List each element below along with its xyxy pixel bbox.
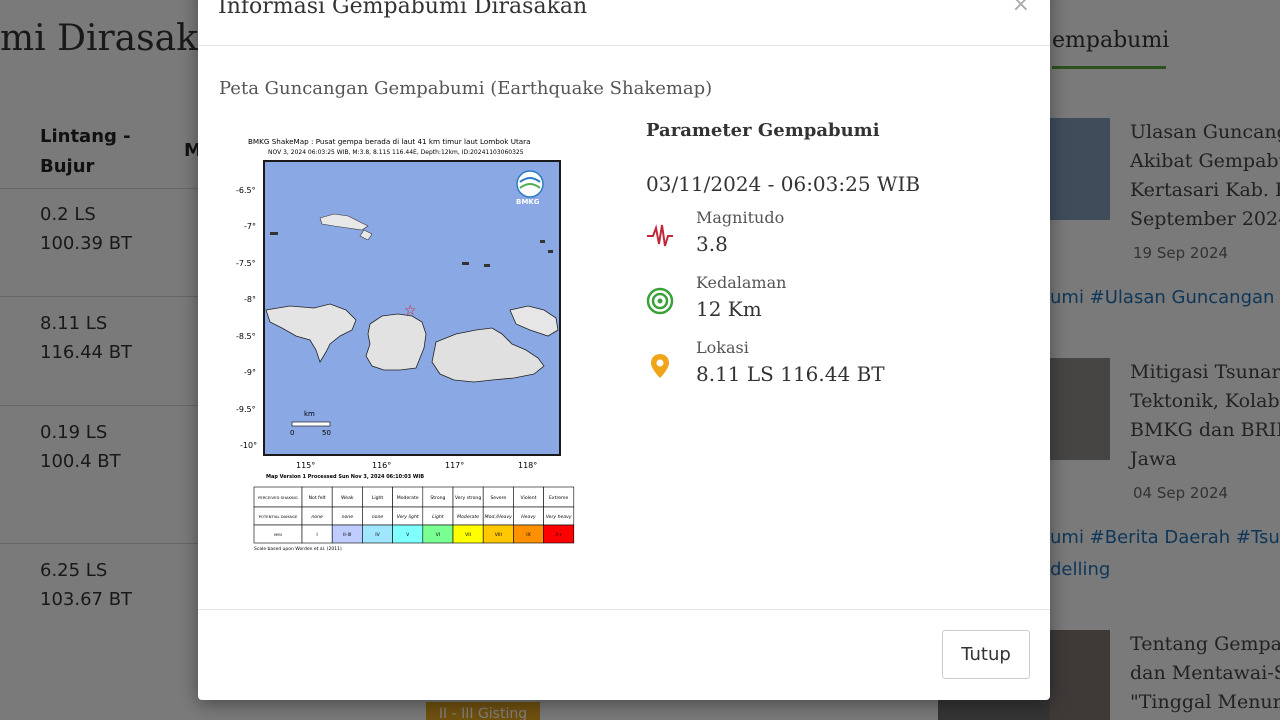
- legend-cell-text: Weak: [341, 495, 354, 501]
- islet: [484, 264, 490, 267]
- seismograph-icon: [647, 224, 673, 247]
- legend-cell-text: Severe: [490, 495, 506, 501]
- legend-cell-text: IX: [526, 532, 531, 538]
- scale-tick: 0: [290, 429, 294, 437]
- lat-tick: -7.5°: [236, 259, 256, 268]
- legend-cell-text: PERCEIVED SHAKING: [258, 495, 298, 500]
- depth-value: 12 Km: [696, 297, 762, 321]
- legend-cell-text: Mod./Heavy: [485, 514, 513, 520]
- lat-tick: -9°: [244, 368, 256, 377]
- lat-tick: -7°: [244, 222, 256, 231]
- legend-cell-text: Light: [432, 514, 444, 520]
- bmkg-logo-text: BMKG: [516, 198, 540, 206]
- shakemap-info: NOV 3, 2024 06:03:25 WIB, M:3.8, 8.11S 1…: [268, 149, 524, 156]
- earthquake-datetime: 03/11/2024 - 06:03:25 WIB: [646, 172, 921, 196]
- legend-cell-text: VII: [465, 532, 471, 538]
- lon-tick: 118°: [518, 461, 537, 470]
- scale-tick: 50: [322, 429, 331, 437]
- param-location: Lokasi 8.11 LS 116.44 BT: [646, 338, 946, 398]
- legend-cell-text: none: [372, 515, 384, 520]
- scale-label: km: [304, 410, 315, 418]
- earthquake-parameters: Parameter Gempabumi 03/11/2024 - 06:03:2…: [646, 120, 920, 386]
- lon-tick: 116°: [372, 461, 391, 470]
- shakemap-subtitle: Peta Guncangan Gempabumi (Earthquake Sha…: [219, 78, 713, 99]
- lat-tick: -9.5°: [236, 405, 256, 414]
- legend-cell-text: Extreme: [549, 495, 569, 501]
- legend-cell-text: Violent: [521, 495, 537, 501]
- islet: [548, 250, 553, 253]
- legend-footnote: Scale based upon Worden et al. (2011): [254, 546, 342, 552]
- epicenter-star-icon: ☆: [404, 303, 417, 319]
- lon-tick: 115°: [296, 461, 315, 470]
- mmi-legend-table: PERCEIVED SHAKING Not felt Weak Light Modera…: [253, 486, 575, 544]
- shakemap-title: BMKG ShakeMap : Pusat gempa berada di la…: [248, 137, 531, 146]
- legend-cell-text: Moderate: [457, 514, 479, 520]
- legend-cell-text: MMI: [274, 532, 282, 537]
- modal-footer-divider: [198, 609, 1050, 610]
- close-button[interactable]: Tutup: [942, 630, 1030, 679]
- lat-tick: -8°: [244, 295, 256, 304]
- parameters-heading: Parameter Gempabumi: [646, 120, 880, 141]
- close-icon[interactable]: ×: [1012, 0, 1030, 17]
- lat-tick: -6.5°: [236, 186, 256, 195]
- shakemap-image: BMKG ShakeMap : Pusat gempa berada di la…: [230, 130, 600, 555]
- depth-label: Kedalaman: [696, 273, 787, 292]
- legend-cell-text: Moderate: [397, 495, 419, 501]
- legend-cell-text: none: [342, 515, 354, 520]
- legend-cell-text: I: [316, 532, 317, 538]
- legend-cell-text: X+: [555, 532, 562, 538]
- island-lombok: [365, 313, 427, 371]
- depth-rings-icon: [646, 287, 674, 315]
- map-version-note: Map Version 1 Processed Sun Nov 3, 2024 …: [266, 474, 424, 480]
- legend-cell-text: none: [311, 515, 323, 520]
- magnitude-value: 3.8: [696, 232, 728, 256]
- legend-cell-text: Very heavy: [546, 514, 572, 520]
- legend-cell-text: Light: [372, 495, 384, 501]
- legend-cell-text: VIII: [495, 532, 502, 538]
- legend-cell-text: Very strong: [455, 495, 481, 501]
- lat-tick: -10°: [240, 441, 257, 450]
- location-pin-icon: [651, 354, 669, 378]
- islet: [270, 232, 278, 235]
- islet: [462, 262, 469, 265]
- legend-cell-text: Very light: [397, 514, 419, 520]
- legend-cell-text: II-III: [343, 532, 351, 538]
- magnitude-label: Magnitudo: [696, 208, 785, 227]
- lon-tick: 117°: [445, 461, 464, 470]
- legend-cell-text: Not felt: [309, 495, 326, 501]
- legend-cell-text: Strong: [430, 495, 445, 501]
- modal-header: Informasi Gempabumi Dirasakan ×: [198, 0, 1050, 46]
- location-value: 8.11 LS 116.44 BT: [696, 362, 885, 386]
- legend-cell-text: VI: [436, 532, 441, 538]
- legend-cell-text: POTENTIAL DAMAGE: [259, 514, 298, 519]
- lat-tick: -8.5°: [236, 332, 256, 341]
- modal-title: Informasi Gempabumi Dirasakan: [218, 0, 588, 19]
- legend-cell-text: Heavy: [521, 514, 536, 520]
- param-magnitude: Magnitudo 3.8: [646, 208, 946, 268]
- location-label: Lokasi: [696, 338, 749, 357]
- param-depth: Kedalaman 12 Km: [646, 273, 946, 333]
- islet: [540, 240, 545, 243]
- scale-bar: [291, 421, 331, 427]
